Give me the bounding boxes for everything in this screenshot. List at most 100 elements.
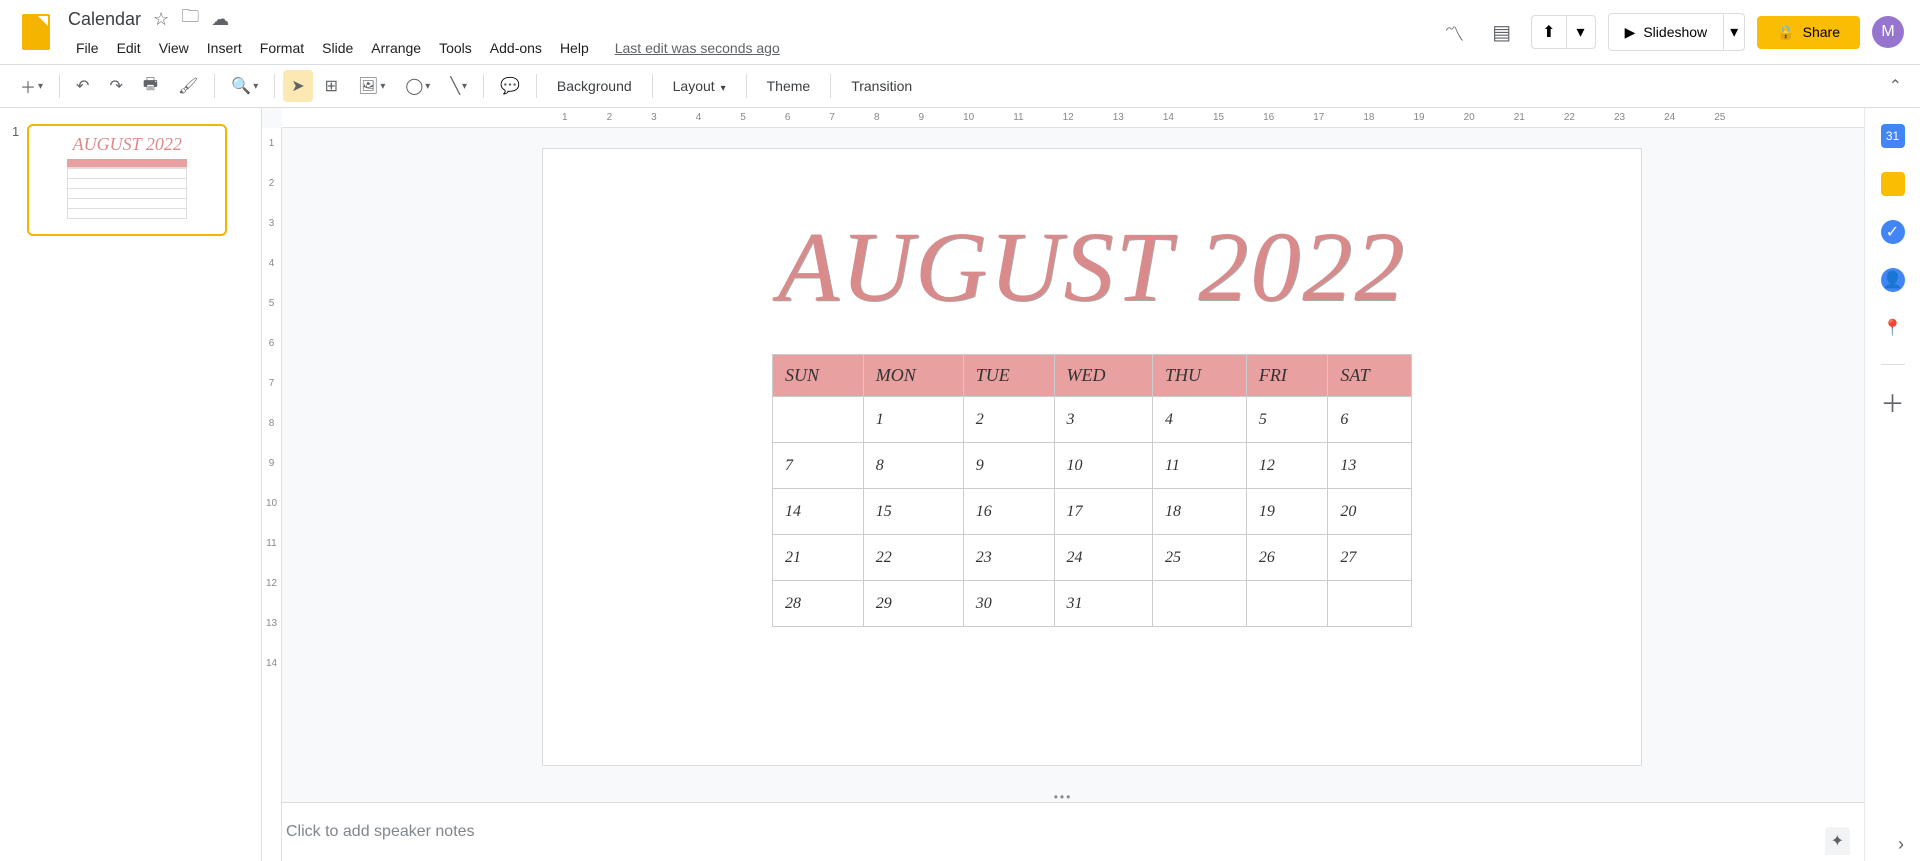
paint-format-button[interactable]: 🖌 <box>170 70 206 102</box>
redo-button[interactable]: ↷ <box>101 70 130 102</box>
calendar-cell[interactable]: 30 <box>963 581 1054 627</box>
present-dropdown[interactable]: ⬆ ▾ <box>1531 15 1595 49</box>
separator <box>274 74 275 98</box>
print-button[interactable]: 🖶 <box>135 67 166 106</box>
calendar-cell[interactable]: 31 <box>1054 581 1152 627</box>
day-header-fri[interactable]: FRI <box>1246 355 1328 397</box>
menu-edit[interactable]: Edit <box>109 36 149 60</box>
add-app-icon[interactable]: ＋ <box>1881 389 1905 413</box>
calendar-cell[interactable]: 16 <box>963 489 1054 535</box>
calendar-cell[interactable]: 9 <box>963 443 1054 489</box>
calendar-cell[interactable]: 18 <box>1153 489 1247 535</box>
move-icon[interactable]: 🗀 <box>181 4 199 34</box>
slide-title[interactable]: AUGUST 2022 <box>778 209 1407 324</box>
day-header-wed[interactable]: WED <box>1054 355 1152 397</box>
calendar-cell[interactable]: 12 <box>1246 443 1328 489</box>
slides-logo[interactable] <box>16 12 56 52</box>
present-up-icon[interactable]: ⬆ <box>1532 16 1565 48</box>
calendar-cell[interactable]: 4 <box>1153 397 1247 443</box>
calendar-cell[interactable]: 28 <box>773 581 864 627</box>
line-tool[interactable]: ╲▾ <box>442 70 475 102</box>
day-header-sun[interactable]: SUN <box>773 355 864 397</box>
menu-format[interactable]: Format <box>252 36 312 60</box>
menu-view[interactable]: View <box>151 36 197 60</box>
day-header-tue[interactable]: TUE <box>963 355 1054 397</box>
slideshow-caret[interactable]: ▾ <box>1724 13 1745 51</box>
calendar-cell[interactable]: 25 <box>1153 535 1247 581</box>
activity-icon[interactable]: 〽 <box>1436 10 1472 55</box>
calendar-cell[interactable]: 17 <box>1054 489 1152 535</box>
calendar-table[interactable]: SUN MON TUE WED THU FRI SAT 1 <box>772 354 1412 627</box>
calendar-cell[interactable]: 6 <box>1328 397 1412 443</box>
calendar-cell[interactable] <box>773 397 864 443</box>
day-header-sat[interactable]: SAT <box>1328 355 1412 397</box>
calendar-cell[interactable]: 22 <box>863 535 963 581</box>
cloud-status-icon[interactable]: ☁ <box>211 9 229 30</box>
calendar-cell[interactable]: 15 <box>863 489 963 535</box>
side-panel-toggle-icon[interactable]: › <box>1898 834 1904 855</box>
share-button[interactable]: 🔒 Share <box>1757 16 1860 49</box>
calendar-cell[interactable]: 29 <box>863 581 963 627</box>
present-caret-icon[interactable]: ▾ <box>1566 16 1595 48</box>
menu-help[interactable]: Help <box>552 36 597 60</box>
speaker-notes[interactable]: Click to add speaker notes <box>262 802 1864 861</box>
calendar-cell[interactable] <box>1328 581 1412 627</box>
calendar-cell[interactable]: 13 <box>1328 443 1412 489</box>
avatar[interactable]: M <box>1872 16 1904 48</box>
calendar-cell[interactable]: 11 <box>1153 443 1247 489</box>
textbox-tool[interactable]: ⊞ <box>317 70 346 102</box>
calendar-cell[interactable]: 8 <box>863 443 963 489</box>
theme-button[interactable]: Theme <box>755 72 823 100</box>
zoom-button[interactable]: 🔍▾ <box>223 70 266 102</box>
calendar-cell[interactable]: 14 <box>773 489 864 535</box>
calendar-cell[interactable]: 27 <box>1328 535 1412 581</box>
tasks-app-icon[interactable]: ✓ <box>1881 220 1905 244</box>
calendar-cell[interactable]: 26 <box>1246 535 1328 581</box>
menu-file[interactable]: File <box>68 36 107 60</box>
contacts-app-icon[interactable]: 👤 <box>1881 268 1905 292</box>
day-header-thu[interactable]: THU <box>1153 355 1247 397</box>
background-button[interactable]: Background <box>545 72 644 100</box>
day-header-mon[interactable]: MON <box>863 355 963 397</box>
layout-button[interactable]: Layout ▾ <box>661 72 738 100</box>
new-slide-button[interactable]: ＋▾ <box>12 68 51 104</box>
collapse-toolbar-icon[interactable]: ⌃ <box>1883 70 1908 102</box>
maps-app-icon[interactable]: 📍 <box>1881 316 1905 340</box>
comment-button[interactable]: 💬 <box>492 70 528 102</box>
calendar-cell[interactable]: 21 <box>773 535 864 581</box>
calendar-cell[interactable]: 20 <box>1328 489 1412 535</box>
calendar-cell[interactable] <box>1153 581 1247 627</box>
calendar-cell[interactable]: 5 <box>1246 397 1328 443</box>
calendar-cell[interactable]: 23 <box>963 535 1054 581</box>
menu-insert[interactable]: Insert <box>199 36 250 60</box>
transition-button[interactable]: Transition <box>839 72 924 100</box>
document-title[interactable]: Calendar <box>68 9 141 30</box>
canvas-scroll[interactable]: AUGUST 2022 SUN MON TUE WED THU FRI SAT <box>262 128 1864 792</box>
image-tool[interactable]: 🖼▾ <box>350 70 393 102</box>
explore-button[interactable]: ✦ <box>1825 827 1850 855</box>
menu-tools[interactable]: Tools <box>431 36 480 60</box>
calendar-cell[interactable]: 3 <box>1054 397 1152 443</box>
slideshow-button[interactable]: ▶ Slideshow <box>1608 13 1725 51</box>
slide-thumbnail-1[interactable]: AUGUST 2022 <box>27 124 227 236</box>
calendar-cell[interactable]: 24 <box>1054 535 1152 581</box>
undo-button[interactable]: ↶ <box>68 70 97 102</box>
shape-tool[interactable]: ◯▾ <box>397 70 438 102</box>
calendar-cell[interactable]: 1 <box>863 397 963 443</box>
notes-drag-handle[interactable]: ••• <box>262 792 1864 802</box>
menu-slide[interactable]: Slide <box>314 36 361 60</box>
calendar-cell[interactable]: 19 <box>1246 489 1328 535</box>
comments-icon[interactable]: ▤ <box>1484 12 1519 53</box>
keep-app-icon[interactable] <box>1881 172 1905 196</box>
star-icon[interactable]: ☆ <box>153 9 169 30</box>
last-edit-link[interactable]: Last edit was seconds ago <box>615 40 780 56</box>
slide-canvas[interactable]: AUGUST 2022 SUN MON TUE WED THU FRI SAT <box>542 148 1642 766</box>
calendar-cell[interactable]: 7 <box>773 443 864 489</box>
menu-addons[interactable]: Add-ons <box>482 36 550 60</box>
menu-arrange[interactable]: Arrange <box>363 36 429 60</box>
calendar-app-icon[interactable]: 31 <box>1881 124 1905 148</box>
calendar-cell[interactable]: 10 <box>1054 443 1152 489</box>
calendar-cell[interactable] <box>1246 581 1328 627</box>
calendar-cell[interactable]: 2 <box>963 397 1054 443</box>
select-tool[interactable]: ➤ <box>283 70 312 102</box>
